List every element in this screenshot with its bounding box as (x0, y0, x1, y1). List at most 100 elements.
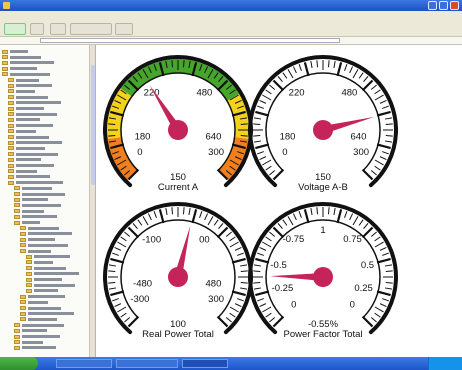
taskbar-item[interactable] (56, 359, 112, 368)
folder-icon (8, 146, 14, 151)
dashboard-area: 0 180 220 480 640 300 150 Current A 0 180 220 480 64… (96, 45, 462, 357)
gauge-tick (171, 60, 174, 68)
gauge-tick (336, 209, 343, 224)
folder-icon (8, 140, 14, 145)
tree-item[interactable] (14, 334, 60, 339)
close-button[interactable] (450, 1, 459, 10)
folder-tree (0, 45, 96, 357)
gauge-tick (259, 246, 267, 251)
tree-item[interactable] (26, 277, 62, 282)
tree-item[interactable] (14, 209, 44, 214)
tree-item[interactable] (8, 152, 58, 157)
tree-item[interactable] (8, 89, 35, 94)
address-input[interactable] (40, 38, 340, 43)
tree-item[interactable] (2, 49, 28, 54)
tree-item[interactable] (8, 146, 45, 151)
tree-item[interactable] (20, 249, 51, 254)
tree-item[interactable] (2, 55, 41, 60)
maximize-button[interactable] (439, 1, 448, 10)
tree-item[interactable] (8, 95, 48, 100)
views-button[interactable] (115, 23, 133, 35)
tree-item[interactable] (20, 226, 59, 231)
tree-item[interactable] (8, 83, 52, 88)
gauge-tick (229, 236, 236, 242)
forward-button[interactable] (30, 23, 44, 35)
tree-item[interactable] (8, 135, 49, 140)
folder-icon (8, 95, 14, 100)
tree-item[interactable] (14, 197, 48, 202)
tree-item[interactable] (20, 300, 48, 305)
gauge-voltage: 0180220 480640300150Voltage A-B (248, 55, 398, 193)
tree-item[interactable] (8, 100, 61, 105)
gauge-tick (120, 312, 127, 318)
tree-item[interactable] (14, 220, 40, 225)
tree-item[interactable] (8, 140, 62, 145)
gauge-hub (168, 120, 188, 140)
gauge-tick (253, 140, 262, 143)
tree-item[interactable] (8, 163, 54, 168)
tree-item[interactable] (2, 72, 50, 77)
gauge-tick (336, 62, 343, 77)
taskbar-item-active[interactable] (182, 359, 228, 368)
tree-item-label (28, 243, 68, 247)
tree-item[interactable] (8, 78, 39, 83)
tree-item[interactable] (8, 112, 57, 117)
gauge-tick (327, 207, 330, 215)
gauge-tick (237, 252, 244, 256)
tree-item-label (10, 61, 54, 65)
gauge-tick (204, 213, 209, 221)
tree-item[interactable] (2, 66, 37, 71)
taskbar-item[interactable] (116, 359, 178, 368)
tree-item-label (22, 203, 61, 207)
tree-item[interactable] (14, 340, 43, 345)
folder-icon (26, 288, 32, 293)
tree-item[interactable] (14, 203, 61, 208)
gauge-tick (108, 287, 117, 290)
tree-item[interactable] (8, 157, 41, 162)
tree-item[interactable] (14, 345, 56, 350)
tree-item[interactable] (26, 260, 53, 265)
tree-item[interactable] (8, 174, 50, 179)
tree-item[interactable] (2, 60, 54, 65)
minimize-button[interactable] (428, 1, 437, 10)
taskbar (0, 357, 462, 370)
gauge-tick (259, 303, 267, 308)
tree-item[interactable] (26, 271, 79, 276)
folder-icon (26, 266, 32, 271)
back-button[interactable] (4, 23, 26, 35)
tree-item[interactable] (20, 237, 55, 242)
start-button[interactable] (0, 357, 38, 370)
gauge-tick (108, 264, 117, 267)
tree-scrollbar[interactable] (89, 45, 95, 357)
tree-item[interactable] (14, 323, 64, 328)
gauge-tick (374, 306, 384, 313)
folder-icon (2, 66, 8, 71)
tree-item-label (16, 169, 37, 173)
search-button[interactable] (70, 23, 112, 35)
tree-item[interactable] (20, 294, 65, 299)
tree-item[interactable] (26, 266, 66, 271)
tree-item[interactable] (20, 231, 72, 236)
tree-item[interactable] (20, 311, 74, 316)
tree-item[interactable] (20, 243, 68, 248)
tree-item[interactable] (8, 117, 40, 122)
tree-item[interactable] (20, 306, 61, 311)
tree-item[interactable] (26, 288, 58, 293)
scrollbar-thumb[interactable] (91, 65, 95, 185)
tree-item[interactable] (14, 214, 57, 219)
tree-item[interactable] (26, 283, 75, 288)
tree-item[interactable] (14, 192, 65, 197)
tree-item[interactable] (8, 106, 44, 111)
tree-item[interactable] (14, 328, 47, 333)
tree-item[interactable] (8, 123, 53, 128)
up-button[interactable] (50, 23, 66, 35)
tree-item[interactable] (8, 169, 37, 174)
tree-item[interactable] (20, 317, 57, 322)
folder-icon (20, 226, 26, 231)
tree-item[interactable] (8, 129, 36, 134)
tree-item[interactable] (26, 254, 70, 259)
folder-icon (14, 345, 20, 350)
gauge-tick (165, 207, 168, 216)
tree-item[interactable] (14, 186, 52, 191)
tree-item[interactable] (8, 180, 63, 185)
